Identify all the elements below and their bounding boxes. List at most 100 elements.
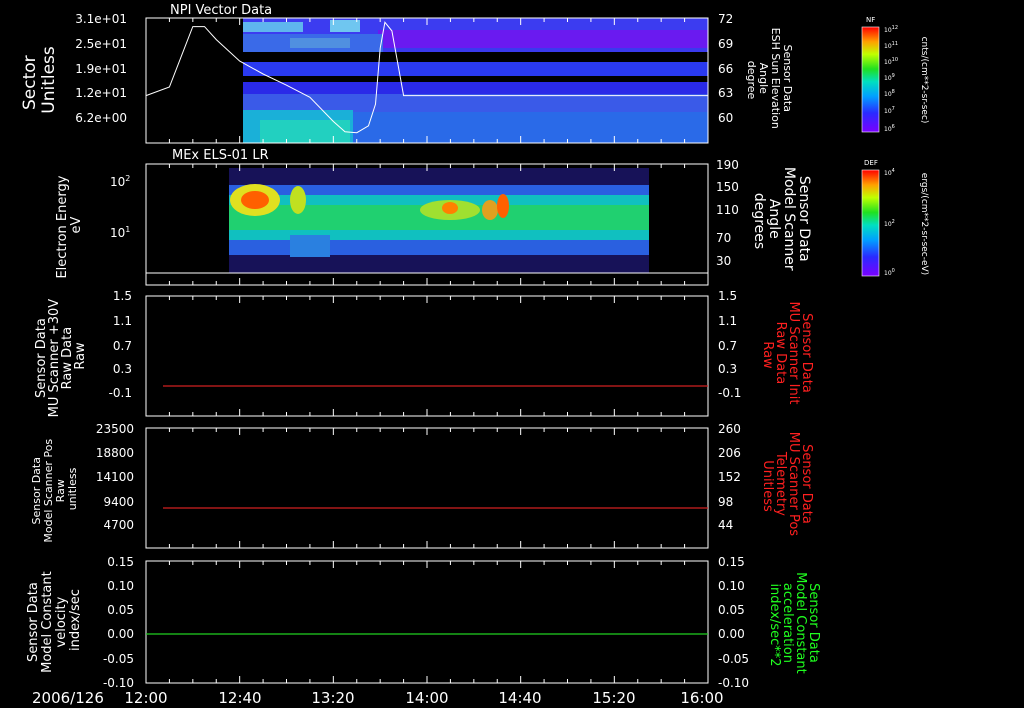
x-tick-label: 12:00 xyxy=(124,689,167,707)
tick-label: -0.10 xyxy=(103,676,134,690)
panel4-left-label: Sensor Data Model Scanner Pos Raw unitle… xyxy=(30,435,79,542)
science-plot: NPI Vector Data MEx ELS-01 LR 3.1e+01 2.… xyxy=(20,3,929,707)
tick-label: 14100 xyxy=(96,470,134,484)
tick-label: 0.7 xyxy=(113,339,132,353)
tick-label: 60 xyxy=(718,111,733,125)
tick-label: -0.10 xyxy=(718,676,749,690)
tick-label: 260 xyxy=(718,422,741,436)
panel3-right-ticks: 1.5 1.1 0.7 0.3 -0.1 xyxy=(718,289,741,400)
tick-label: 102 xyxy=(110,174,130,189)
panel1-right-label: Sensor Data ESH Sun Elevation Angle degr… xyxy=(745,28,794,133)
panel2-spectrogram xyxy=(229,168,649,273)
colorbar-tick: 1010 xyxy=(884,57,898,66)
panel4-right-label: Sensor Data MU Scanner Pos Telemetry Uni… xyxy=(760,432,814,540)
tick-label: 66 xyxy=(718,62,733,76)
x-tick-label: 14:40 xyxy=(498,689,541,707)
panel3-right-label: Sensor Data MU Scanner Init Raw Data Raw xyxy=(760,301,814,408)
colorbar-def-name: DEF xyxy=(864,159,878,167)
panel5-left-label: Sensor Data Model Constant velocity inde… xyxy=(26,567,83,673)
colorbar-tick: 107 xyxy=(884,106,895,115)
colorbar-def-units: ergs/(cm**2-sr-sec-eV) xyxy=(919,173,929,275)
tick-label: 69 xyxy=(718,37,733,51)
tick-label: -0.05 xyxy=(103,652,134,666)
tick-label: 110 xyxy=(716,203,739,217)
x-axis-tick-labels: 12:00 12:40 13:20 14:00 14:40 15:20 16:0… xyxy=(124,689,723,707)
tick-label: 0.3 xyxy=(113,362,132,376)
tick-label: 6.2e+00 xyxy=(75,111,127,125)
x-tick-label: 13:20 xyxy=(311,689,354,707)
tick-label: -0.1 xyxy=(109,386,132,400)
tick-label: 0.05 xyxy=(107,603,134,617)
x-tick-label: 16:00 xyxy=(680,689,723,707)
tick-label: 101 xyxy=(110,225,130,240)
tick-label: 30 xyxy=(716,254,731,268)
tick-label: 0.3 xyxy=(718,362,737,376)
x-tick-label: 12:40 xyxy=(218,689,261,707)
x-tick-label: 14:00 xyxy=(405,689,448,707)
tick-label: 44 xyxy=(718,518,733,532)
panel5-right-ticks: 0.15 0.10 0.05 0.00 -0.05 -0.10 xyxy=(718,555,749,690)
colorbar-def: DEF 104 102 100 ergs/(cm**2-sr-sec-eV) xyxy=(861,159,929,277)
tick-label: 63 xyxy=(718,86,733,100)
tick-label: 1.9e+01 xyxy=(75,62,127,76)
panel3-frame xyxy=(145,295,709,417)
tick-label: 9400 xyxy=(103,495,134,509)
tick-label: 2.5e+01 xyxy=(75,37,127,51)
panel1-spectrogram xyxy=(243,18,708,143)
colorbar-nf-units: cnts/(cm**2-sr-sec) xyxy=(919,37,929,124)
tick-label: 0.10 xyxy=(718,579,745,593)
colorbar-tick: 102 xyxy=(884,219,895,228)
tick-label: 190 xyxy=(716,158,739,172)
colorbar-nf-name: NF xyxy=(866,16,875,24)
panel2-right-ticks: 190 150 110 70 30 xyxy=(716,158,739,268)
tick-label: 3.1e+01 xyxy=(75,12,127,26)
tick-label: 0.15 xyxy=(107,555,134,569)
tick-label: 0.05 xyxy=(718,603,745,617)
panel2-left-label: Electron Energy eV xyxy=(55,171,84,278)
colorbar-tick: 106 xyxy=(884,124,895,133)
tick-label: 0.00 xyxy=(107,627,134,641)
tick-label: 23500 xyxy=(96,422,134,436)
tick-label: -0.05 xyxy=(718,652,749,666)
colorbar-tick: 100 xyxy=(884,268,895,277)
colorbar-tick: 108 xyxy=(884,89,895,98)
tick-label: 1.5 xyxy=(113,289,132,303)
panel3-left-ticks: 1.5 1.1 0.7 0.3 -0.1 xyxy=(109,289,132,400)
panel2-left-ticks: 102 101 xyxy=(110,174,130,240)
colorbar-tick: 109 xyxy=(884,73,895,82)
panel4-right-ticks: 260 206 152 98 44 xyxy=(718,422,741,532)
panel5-right-label: Sensor Data Model Constant acceleration … xyxy=(767,572,821,678)
tick-label: 70 xyxy=(716,231,731,245)
panel2-right-label: Sensor Data Model Scanner Angle degrees xyxy=(751,167,812,275)
panel4-left-ticks: 23500 18800 14100 9400 4700 xyxy=(96,422,134,532)
tick-label: 98 xyxy=(718,495,733,509)
panel4-frame xyxy=(145,427,709,549)
panel1-title: NPI Vector Data xyxy=(170,3,272,18)
panel1-left-ticks: 3.1e+01 2.5e+01 1.9e+01 1.2e+01 6.2e+00 xyxy=(75,12,127,125)
tick-label: 18800 xyxy=(96,446,134,460)
tick-label: 1.1 xyxy=(718,314,737,328)
panel1-right-ticks: 72 69 66 63 60 xyxy=(718,12,733,125)
panel3-left-label: Sensor Data MU Scanner +30V Raw Data Raw xyxy=(34,295,88,418)
colorbar-tick: 1012 xyxy=(884,25,898,34)
x-axis-date: 2006/126 xyxy=(32,689,104,707)
panel2-title: MEx ELS-01 LR xyxy=(172,148,269,163)
tick-label: 206 xyxy=(718,446,741,460)
tick-label: -0.1 xyxy=(718,386,741,400)
x-tick-label: 15:20 xyxy=(592,689,635,707)
tick-label: 152 xyxy=(718,470,741,484)
tick-label: 0.7 xyxy=(718,339,737,353)
panel5-frame xyxy=(145,560,709,684)
tick-label: 1.2e+01 xyxy=(75,86,127,100)
tick-label: 1.5 xyxy=(718,289,737,303)
tick-label: 72 xyxy=(718,12,733,26)
tick-label: 1.1 xyxy=(113,314,132,328)
colorbar-tick: 104 xyxy=(884,168,895,177)
tick-label: 4700 xyxy=(103,518,134,532)
colorbar-nf: NF 1012 1011 1010 109 108 107 106 cnts/(… xyxy=(861,16,929,133)
tick-label: 0.00 xyxy=(718,627,745,641)
tick-label: 0.15 xyxy=(718,555,745,569)
tick-label: 150 xyxy=(716,180,739,194)
tick-label: 0.10 xyxy=(107,579,134,593)
panel1-left-label: Sector Unitless xyxy=(20,46,59,114)
